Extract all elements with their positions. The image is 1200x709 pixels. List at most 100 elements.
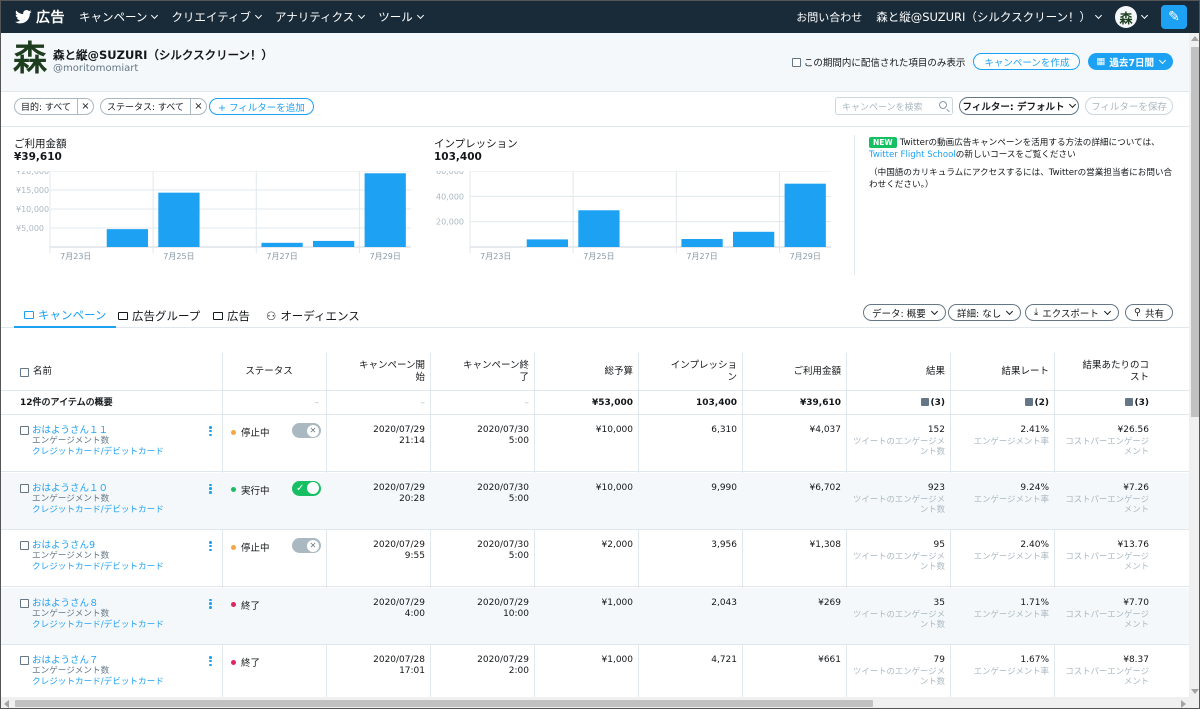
avatar: 森 — [1115, 6, 1137, 28]
checkbox[interactable] — [791, 58, 801, 67]
start-time: 4:00 — [404, 608, 425, 619]
create-campaign-button[interactable]: キャンペーンを作成 — [973, 53, 1081, 70]
account-switcher[interactable]: 森と縦@SUZURI（シルクスクリーン！） — [876, 9, 1103, 25]
more-options-icon[interactable] — [209, 483, 212, 494]
compose-button[interactable]: ✎ — [1161, 5, 1187, 29]
bar-7月25日[interactable] — [578, 210, 620, 247]
menu-tools[interactable]: ツール — [378, 9, 424, 25]
row-checkbox[interactable] — [20, 598, 29, 608]
data-dropdown[interactable]: データ: 概要 — [863, 304, 946, 321]
row-checkbox[interactable] — [20, 483, 29, 493]
cost-per-result: ¥13.76 — [1117, 540, 1150, 550]
campaign-name-link[interactable]: おはようさん７ — [32, 655, 99, 666]
more-options-icon[interactable] — [209, 598, 212, 609]
more-options-icon[interactable] — [209, 426, 212, 436]
select-all-checkbox[interactable] — [20, 367, 29, 377]
bar-7月25日[interactable] — [158, 192, 200, 247]
campaign-objective: エンゲージメント数 — [32, 666, 110, 676]
export-dropdown[interactable]: ⤓ エクスポート — [1025, 304, 1119, 321]
scroll-thumb[interactable] — [15, 700, 873, 707]
header-name[interactable]: 名前 — [20, 353, 52, 391]
header-start[interactable]: キャンペーン開始 — [357, 353, 425, 391]
table-row[interactable]: おはようさん７ エンゲージメント数 クレジットカード/デビットカード 終了 2020/0… — [1, 645, 1189, 697]
bar-7月24日[interactable] — [106, 229, 148, 247]
header-cost-per-result[interactable]: 結果あたりのコスト — [1081, 353, 1149, 391]
impressions: 6,310 — [711, 425, 737, 435]
table-row[interactable]: おはようさん８ エンゲージメント数 クレジットカード/デビットカード 終了 2020/0… — [1, 587, 1189, 645]
result-rate: 1.67% — [1020, 655, 1049, 665]
status-toggle[interactable]: ✓ — [292, 480, 321, 496]
row-checkbox[interactable] — [20, 656, 29, 665]
bar-7月24日[interactable] — [526, 239, 568, 247]
more-options-icon[interactable] — [209, 541, 212, 551]
bar-7月28日[interactable] — [313, 240, 355, 247]
tab-ad-groups[interactable]: 広告グループ — [118, 303, 200, 328]
close-icon[interactable]: × — [189, 99, 206, 114]
campaign-name-link[interactable]: おはようさん８ — [32, 598, 99, 609]
scroll-left-icon[interactable] — [4, 700, 9, 708]
x-tick-label: 7月29日 — [370, 252, 401, 261]
flight-school-link[interactable]: Twitter Flight School — [869, 150, 956, 160]
menu-analytics[interactable]: アナリティクス — [275, 9, 366, 25]
scroll-up-icon[interactable] — [1191, 36, 1199, 41]
row-checkbox[interactable] — [20, 541, 29, 550]
status-toggle[interactable]: ✕ — [292, 538, 321, 553]
header-status[interactable]: ステータス — [223, 353, 315, 391]
header-budget[interactable]: 総予算 — [539, 353, 633, 391]
table-row[interactable]: おはようさん9 エンゲージメント数 クレジットカード/デビットカード 停止中 ✕ 2020… — [1, 530, 1189, 587]
horizontal-scrollbar[interactable] — [1, 697, 1189, 708]
cost-per-result-type: コストパーエンゲージメント — [1065, 493, 1149, 514]
tab-audiences[interactable]: ⚇ オーディエンス — [266, 303, 360, 328]
bar-7月27日[interactable] — [681, 239, 723, 247]
contact-link[interactable]: お問い合わせ — [796, 9, 862, 25]
result-rate-type: エンゲージメント率 — [973, 666, 1049, 676]
end-date: 2020/07/30 — [477, 425, 529, 435]
scroll-down-icon[interactable] — [1191, 689, 1199, 694]
date-range-button[interactable]: ▦ 過去7日間 — [1088, 53, 1173, 70]
table-row[interactable]: おはようさん１１ エンゲージメント数 クレジットカード/デビットカード 停止中 ✕ 202… — [1, 415, 1189, 472]
summary-result-rate: (2) — [955, 398, 1049, 409]
close-icon[interactable]: × — [76, 99, 93, 114]
status-label: 停止中 — [241, 428, 270, 439]
scroll-right-icon[interactable] — [1181, 700, 1186, 708]
header-results[interactable]: 結果 — [851, 353, 945, 391]
user-menu[interactable]: 森 — [1115, 6, 1149, 28]
x-tick-label: 7月25日 — [583, 252, 614, 261]
header-spend[interactable]: ご利用金額 — [747, 353, 841, 391]
add-filter-button[interactable]: + フィルターを追加 — [209, 98, 314, 115]
ad-icon — [213, 311, 223, 320]
header-impressions[interactable]: インプレッション — [669, 353, 737, 391]
bar-7月28日[interactable] — [733, 231, 775, 247]
bar-7月27日[interactable] — [261, 242, 303, 247]
only-delivered-toggle[interactable]: この期間内に配信された項目のみ表示 — [791, 55, 965, 69]
status-toggle[interactable]: ✕ — [292, 423, 321, 438]
brand[interactable]: 広告 — [15, 7, 65, 27]
campaign-search-input[interactable]: キャンペーンを検索 — [835, 97, 953, 115]
bar-7月29日[interactable] — [364, 173, 406, 247]
menu-campaigns[interactable]: キャンペーン — [79, 9, 159, 25]
tab-ads[interactable]: 広告 — [213, 303, 250, 328]
payment-method: クレジットカード/デビットカード — [32, 677, 164, 687]
campaign-name-link[interactable]: おはようさん9 — [32, 540, 95, 551]
save-filter-button[interactable]: フィルターを保存 — [1085, 97, 1173, 115]
detail-dropdown[interactable]: 詳細: なし — [948, 304, 1022, 321]
menu-creatives[interactable]: クリエイティブ — [171, 9, 263, 25]
filter-chip-status[interactable]: ステータス: すべて × — [100, 98, 207, 115]
bar-chart-svg: 20,000 40,000 60,000 7月23日 7月25日 7月27日 7月29日 — [436, 171, 831, 261]
scroll-thumb[interactable] — [1191, 47, 1199, 417]
summary-panel: ご利用金額 ¥39,610 ¥5,000 ¥10,000 ¥15,000 ¥20,00… — [1, 127, 1189, 275]
more-options-icon[interactable] — [209, 656, 212, 666]
vertical-scrollbar[interactable] — [1189, 33, 1199, 708]
quill-icon: ✎ — [1168, 9, 1180, 25]
tab-campaigns[interactable]: キャンペーン — [14, 303, 117, 328]
campaign-name-link[interactable]: おはようさん１０ — [32, 483, 108, 494]
campaign-name-link[interactable]: おはようさん１１ — [32, 425, 108, 436]
filter-chip-objective[interactable]: 目的: すべて × — [14, 98, 94, 115]
row-checkbox[interactable] — [20, 426, 29, 435]
header-end[interactable]: キャンペーン終了 — [461, 353, 529, 391]
bar-7月29日[interactable] — [784, 183, 826, 247]
table-row[interactable]: おはようさん１０ エンゲージメント数 クレジットカード/デビットカード 実行中 ✓ 202… — [1, 472, 1189, 530]
filter-default-dropdown[interactable]: フィルター: デフォルト — [959, 97, 1079, 115]
share-button[interactable]: ⚲ 共有 — [1125, 304, 1173, 321]
header-result-rate[interactable]: 結果レート — [955, 353, 1049, 391]
